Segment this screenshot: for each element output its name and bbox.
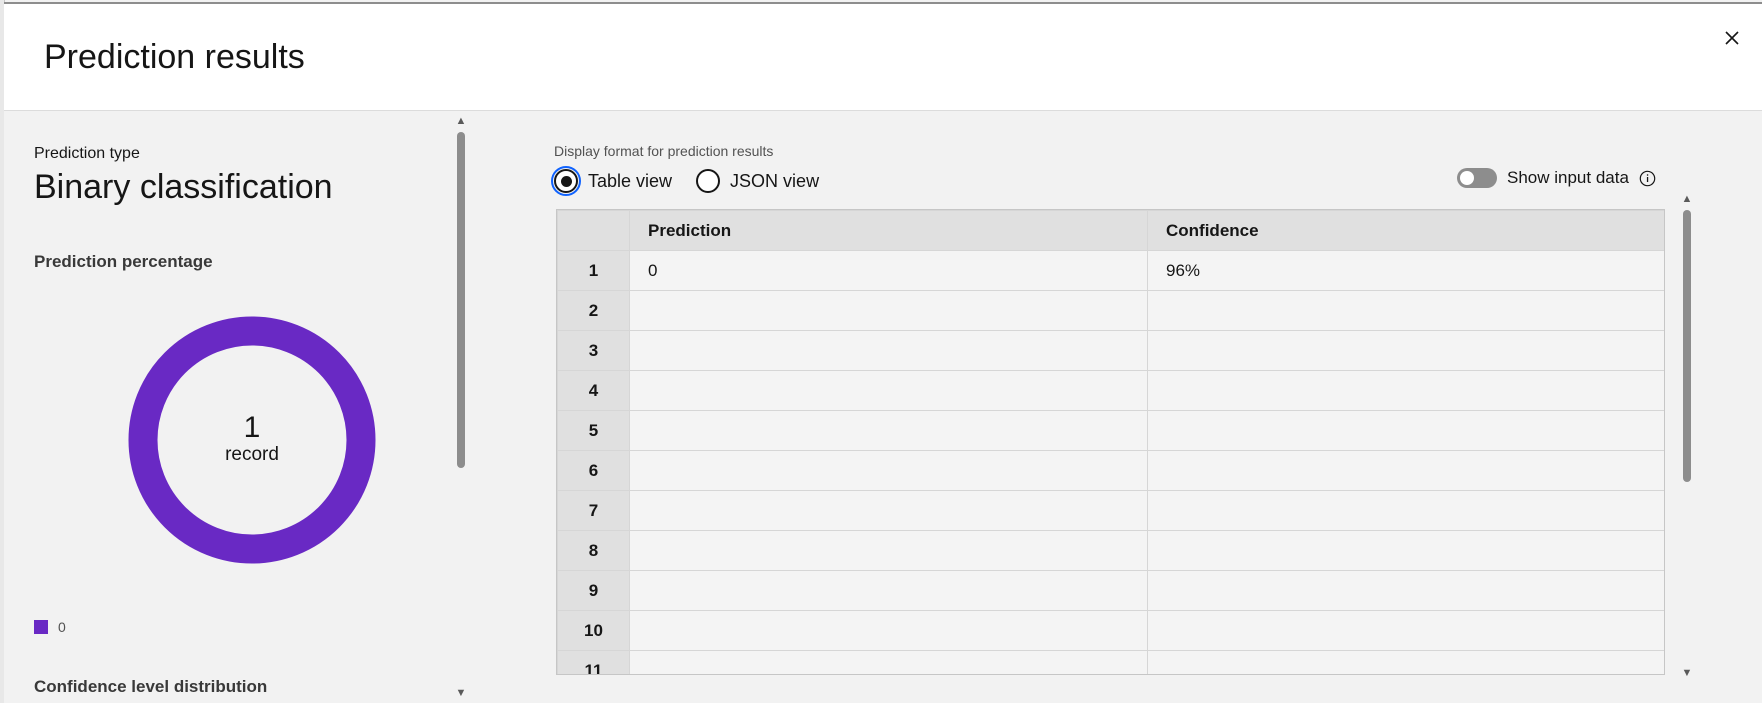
prediction-cell[interactable] bbox=[629, 610, 1148, 651]
row-index-cell: 2 bbox=[557, 290, 630, 331]
confidence-distribution-heading: Confidence level distribution bbox=[34, 677, 268, 696]
confidence-cell[interactable] bbox=[1147, 570, 1664, 611]
confidence-cell[interactable] bbox=[1147, 530, 1664, 571]
prediction-type-label: Prediction type bbox=[34, 145, 140, 162]
confidence-cell[interactable] bbox=[1147, 650, 1664, 674]
prediction-type-value: Binary classification bbox=[34, 168, 333, 206]
table-row[interactable]: 1 0 96% bbox=[557, 250, 1664, 291]
column-header-prediction[interactable]: Prediction bbox=[629, 210, 1148, 251]
table-header-row: Prediction Confidence bbox=[557, 210, 1664, 251]
table-row[interactable]: 4 bbox=[557, 370, 1664, 411]
table-view-label[interactable]: Table view bbox=[588, 171, 672, 192]
row-index-cell: 3 bbox=[557, 330, 630, 371]
row-index-header bbox=[557, 210, 630, 251]
row-index-cell: 6 bbox=[557, 450, 630, 491]
prediction-cell[interactable] bbox=[629, 570, 1148, 611]
close-icon bbox=[1725, 31, 1739, 45]
display-format-radio-group: Table view JSON view bbox=[551, 166, 843, 196]
scroll-thumb[interactable] bbox=[457, 132, 465, 468]
legend-swatch bbox=[34, 620, 48, 634]
radio-unchecked-icon[interactable] bbox=[696, 169, 721, 193]
row-index-cell: 7 bbox=[557, 490, 630, 531]
row-index-cell: 10 bbox=[557, 610, 630, 651]
table-row[interactable]: 11 bbox=[557, 650, 1664, 674]
row-index-cell: 9 bbox=[557, 570, 630, 611]
prediction-cell[interactable] bbox=[629, 450, 1148, 491]
row-index-cell: 1 bbox=[557, 250, 630, 291]
donut-record-count: 1 bbox=[243, 411, 261, 444]
confidence-cell[interactable] bbox=[1147, 410, 1664, 451]
prediction-cell[interactable] bbox=[629, 410, 1148, 451]
table-row[interactable]: 9 bbox=[557, 570, 1664, 611]
table-row[interactable]: 8 bbox=[557, 530, 1664, 571]
scroll-up-arrow-icon[interactable]: ▲ bbox=[454, 114, 468, 128]
prediction-cell[interactable] bbox=[629, 650, 1148, 674]
row-index-cell: 8 bbox=[557, 530, 630, 571]
results-panel: Display format for prediction results Ta… bbox=[551, 112, 1762, 703]
donut-legend: 0 bbox=[34, 619, 66, 635]
table-row[interactable]: 10 bbox=[557, 610, 1664, 651]
table-body: 1 0 96% 2 3 4 5 6 7 8 9 10 11 bbox=[557, 250, 1664, 674]
json-view-radio[interactable]: JSON view bbox=[696, 169, 819, 193]
info-icon[interactable] bbox=[1639, 170, 1656, 187]
row-index-cell: 4 bbox=[557, 370, 630, 411]
toggle-knob bbox=[1460, 171, 1474, 185]
confidence-cell[interactable] bbox=[1147, 450, 1664, 491]
left-panel-scrollbar[interactable]: ▲ ▼ bbox=[454, 114, 468, 700]
close-button[interactable] bbox=[1718, 24, 1746, 52]
confidence-cell[interactable] bbox=[1147, 490, 1664, 531]
confidence-cell[interactable] bbox=[1147, 370, 1664, 411]
table-row[interactable]: 2 bbox=[557, 290, 1664, 331]
row-index-cell: 11 bbox=[557, 650, 630, 674]
json-view-label[interactable]: JSON view bbox=[730, 171, 819, 192]
prediction-percentage-heading: Prediction percentage bbox=[34, 252, 213, 271]
radio-checked-icon[interactable] bbox=[551, 166, 581, 196]
donut-center-text: 1 record bbox=[128, 412, 376, 466]
show-input-toggle[interactable] bbox=[1457, 168, 1497, 188]
modal-header: Prediction results bbox=[4, 4, 1762, 111]
prediction-cell[interactable] bbox=[629, 490, 1148, 531]
confidence-cell[interactable] bbox=[1147, 290, 1664, 331]
prediction-table: Prediction Confidence 1 0 96% 2 3 4 5 6 7 8 9 10 11 bbox=[557, 210, 1664, 674]
confidence-cell[interactable] bbox=[1147, 610, 1664, 651]
table-row[interactable]: 7 bbox=[557, 490, 1664, 531]
row-index-cell: 5 bbox=[557, 410, 630, 451]
summary-panel: Prediction type Binary classification Pr… bbox=[4, 112, 524, 703]
scroll-down-arrow-icon[interactable]: ▼ bbox=[454, 686, 468, 700]
modal-title: Prediction results bbox=[44, 38, 305, 76]
scroll-thumb[interactable] bbox=[1683, 210, 1691, 482]
prediction-cell[interactable] bbox=[629, 330, 1148, 371]
prediction-cell[interactable] bbox=[629, 290, 1148, 331]
prediction-cell[interactable]: 0 bbox=[629, 250, 1148, 291]
prediction-cell[interactable] bbox=[629, 370, 1148, 411]
table-row[interactable]: 3 bbox=[557, 330, 1664, 371]
prediction-cell[interactable] bbox=[629, 530, 1148, 571]
table-row[interactable]: 5 bbox=[557, 410, 1664, 451]
scroll-up-arrow-icon[interactable]: ▲ bbox=[1680, 192, 1694, 206]
show-input-label: Show input data bbox=[1507, 168, 1629, 187]
display-format-label: Display format for prediction results bbox=[554, 143, 774, 159]
table-view-radio[interactable]: Table view bbox=[551, 166, 672, 196]
show-input-toggle-group: Show input data bbox=[1457, 168, 1656, 188]
column-header-confidence[interactable]: Confidence bbox=[1147, 210, 1664, 251]
donut-record-unit: record bbox=[225, 444, 279, 465]
confidence-cell[interactable]: 96% bbox=[1147, 250, 1664, 291]
table-row[interactable]: 6 bbox=[557, 450, 1664, 491]
scroll-down-arrow-icon[interactable]: ▼ bbox=[1680, 666, 1694, 680]
prediction-results-modal: Prediction results Prediction type Binar… bbox=[4, 2, 1762, 703]
table-scrollbar[interactable]: ▲ ▼ bbox=[1680, 192, 1694, 680]
legend-label: 0 bbox=[58, 619, 66, 635]
confidence-cell[interactable] bbox=[1147, 330, 1664, 371]
prediction-table-container: Prediction Confidence 1 0 96% 2 3 4 5 6 7 8 9 10 11 bbox=[556, 209, 1665, 675]
